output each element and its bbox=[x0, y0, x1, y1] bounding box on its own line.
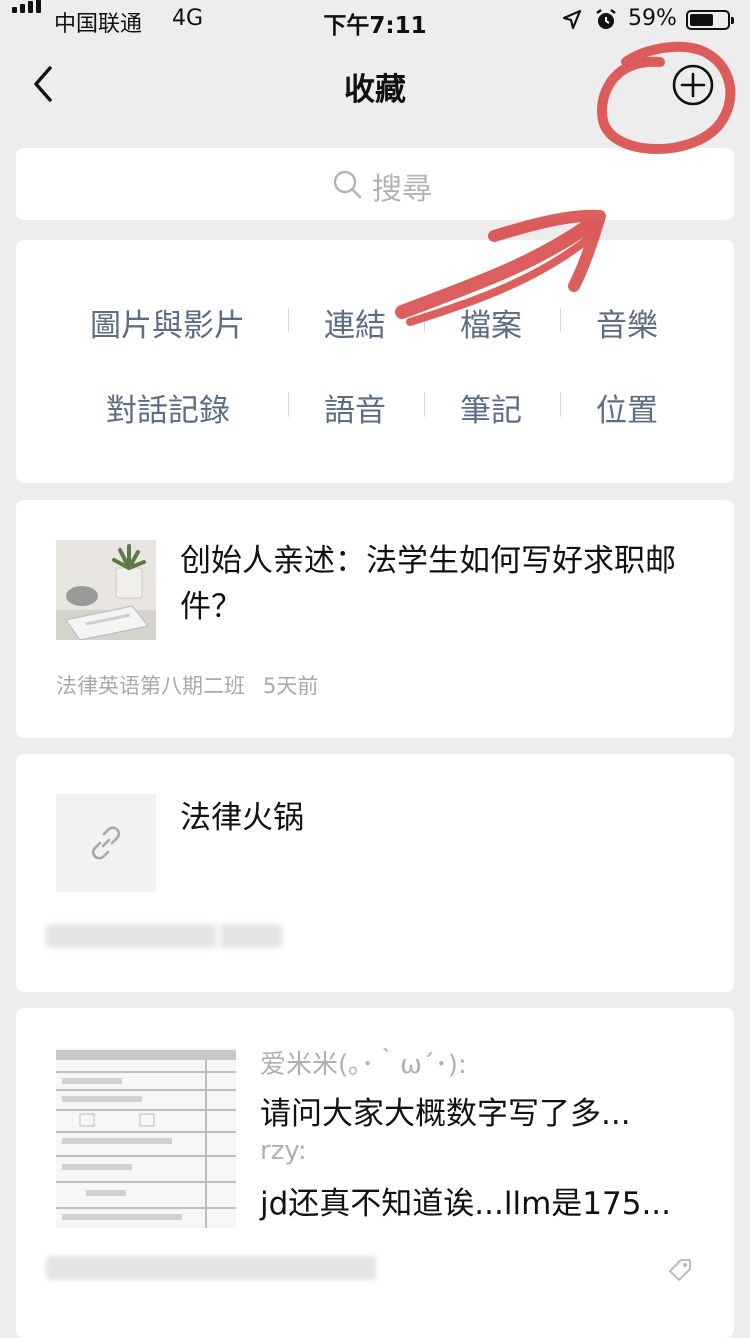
status-bar: 中国联通 4G 下午7:11 59% bbox=[0, 0, 750, 40]
category-chat-history[interactable]: 對話記錄 bbox=[106, 385, 230, 430]
link-icon bbox=[92, 826, 120, 860]
battery-percent: 59% bbox=[628, 6, 677, 31]
article-source: 法律英语第八期二班 bbox=[56, 674, 245, 698]
article-time: 5天前 bbox=[263, 674, 319, 698]
category-images-videos[interactable]: 圖片與影片 bbox=[90, 300, 245, 345]
chat-user-1: 爱米米(｡･｀ω´･): bbox=[260, 1050, 467, 1080]
link-title: 法律火锅 bbox=[180, 800, 304, 836]
category-voice[interactable]: 語音 bbox=[324, 385, 386, 430]
blurred-source bbox=[46, 924, 216, 948]
link-thumbnail bbox=[56, 794, 156, 892]
page-title: 收藏 bbox=[344, 72, 406, 108]
search-icon bbox=[333, 170, 362, 199]
category-location[interactable]: 位置 bbox=[596, 385, 658, 430]
article-thumbnail bbox=[56, 540, 156, 640]
blurred-meta bbox=[46, 1256, 376, 1280]
location-icon bbox=[562, 9, 582, 30]
article-meta: 法律英语第八期二班 5天前 bbox=[56, 670, 318, 700]
favorite-item-article[interactable]: 创始人亲述：法学生如何写好求职邮件？ 法律英语第八期二班 5天前 bbox=[16, 500, 734, 738]
chat-user-2: rzy: bbox=[260, 1136, 307, 1166]
plus-circle-icon[interactable] bbox=[670, 62, 716, 108]
chat-message-2: jd还真不知道诶...llm是175... bbox=[260, 1186, 672, 1222]
blurred-time bbox=[220, 924, 282, 948]
category-panel: 圖片與影片 連結 檔案 音樂 對話記錄 語音 筆記 位置 bbox=[16, 240, 734, 483]
favorite-item-link[interactable]: 法律火锅 bbox=[16, 754, 734, 992]
category-links[interactable]: 連結 bbox=[324, 300, 386, 345]
search-placeholder: 搜尋 bbox=[372, 172, 432, 207]
chat-message-1: 请问大家大概数字写了多... bbox=[260, 1096, 631, 1132]
chat-thumbnail bbox=[56, 1048, 236, 1228]
tag-icon[interactable] bbox=[666, 1256, 694, 1284]
search-bar[interactable]: 搜尋 bbox=[16, 148, 734, 220]
article-title: 创始人亲述：法学生如何写好求职邮件？ bbox=[180, 543, 676, 625]
category-files[interactable]: 檔案 bbox=[460, 300, 522, 345]
battery-icon bbox=[686, 10, 734, 30]
favorite-item-chat[interactable]: 爱米米(｡･｀ω´･): 请问大家大概数字写了多... rzy: jd还真不知道… bbox=[16, 1008, 734, 1338]
alarm-icon bbox=[596, 9, 616, 29]
category-notes[interactable]: 筆記 bbox=[460, 385, 522, 430]
category-music[interactable]: 音樂 bbox=[596, 300, 658, 345]
